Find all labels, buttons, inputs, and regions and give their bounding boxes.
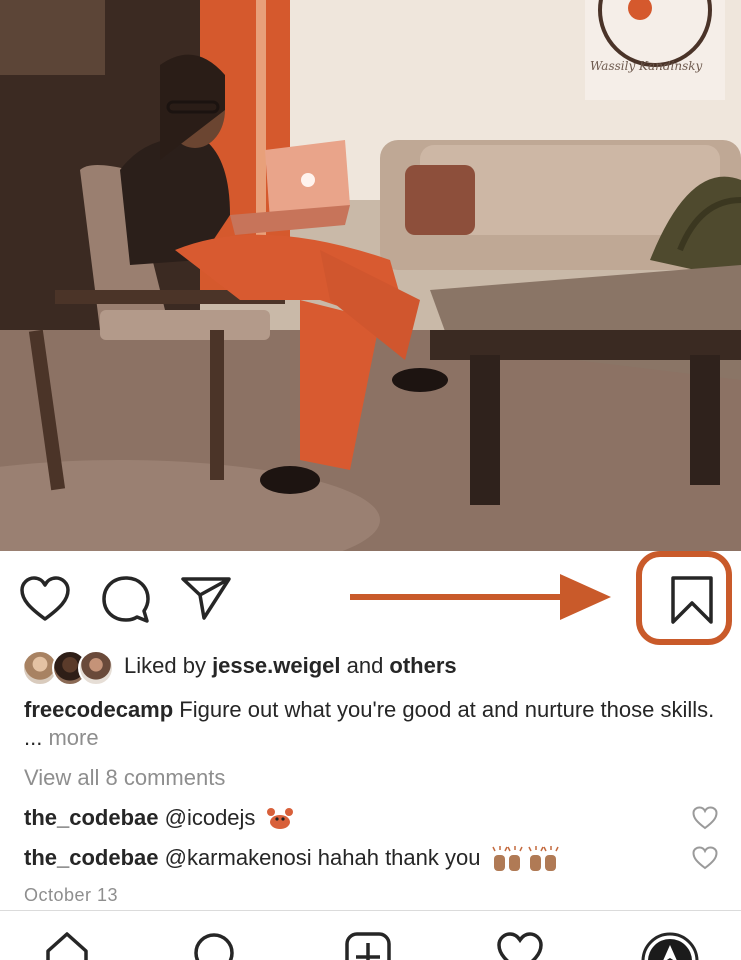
comment-username[interactable]: the_codebae [24, 805, 159, 830]
activity-icon[interactable] [496, 931, 544, 960]
raised-hands-emoji-icon [527, 846, 559, 872]
likes-middle: and [340, 653, 390, 678]
comment-icon[interactable] [100, 575, 152, 625]
paper-plane-icon[interactable] [180, 575, 232, 621]
comment-item: the_codebae @karmakenosi hahah thank you [24, 844, 664, 873]
likes-text: Liked by jesse.weigel and others [124, 652, 457, 680]
caption-more-link[interactable]: more [48, 725, 98, 750]
poster-text: Wassily Kandinsky [590, 59, 703, 73]
comment-item: the_codebae @icodejs [24, 804, 664, 832]
comment-text: @icodejs [158, 805, 262, 830]
search-icon[interactable] [192, 931, 238, 960]
liker-avatars [22, 649, 122, 686]
comment-text: @karmakenosi hahah thank you [158, 845, 487, 870]
avatar [78, 650, 114, 686]
bottom-nav [0, 910, 741, 960]
post-date: October 13 [24, 885, 119, 905]
annotation-arrow [350, 574, 611, 620]
heart-icon[interactable] [20, 576, 70, 622]
comment-username[interactable]: the_codebae [24, 845, 159, 870]
comment-like-heart-icon[interactable] [692, 846, 718, 870]
home-icon[interactable] [44, 931, 90, 960]
comment-like-heart-icon[interactable] [692, 806, 718, 830]
liker-username[interactable]: jesse.weigel [212, 653, 340, 678]
bookmark-icon[interactable] [670, 575, 714, 625]
add-post-icon[interactable] [344, 931, 392, 960]
post-actions [0, 551, 741, 651]
photo-scene: Wassily Kandinsky [0, 0, 741, 551]
profile-icon[interactable] [640, 931, 700, 960]
likes-others[interactable]: others [389, 653, 456, 678]
raised-hands-emoji-icon [491, 846, 523, 872]
crab-emoji-icon [266, 808, 293, 830]
view-all-comments-link[interactable]: View all 8 comments [24, 764, 225, 792]
post-photo[interactable]: Wassily Kandinsky [0, 0, 741, 551]
likes-row[interactable]: Liked by jesse.weigel and others [22, 649, 722, 686]
likes-prefix: Liked by [124, 653, 213, 678]
caption-username[interactable]: freecodecamp [24, 697, 173, 722]
post-caption: freecodecamp Figure out what you're good… [24, 696, 724, 752]
